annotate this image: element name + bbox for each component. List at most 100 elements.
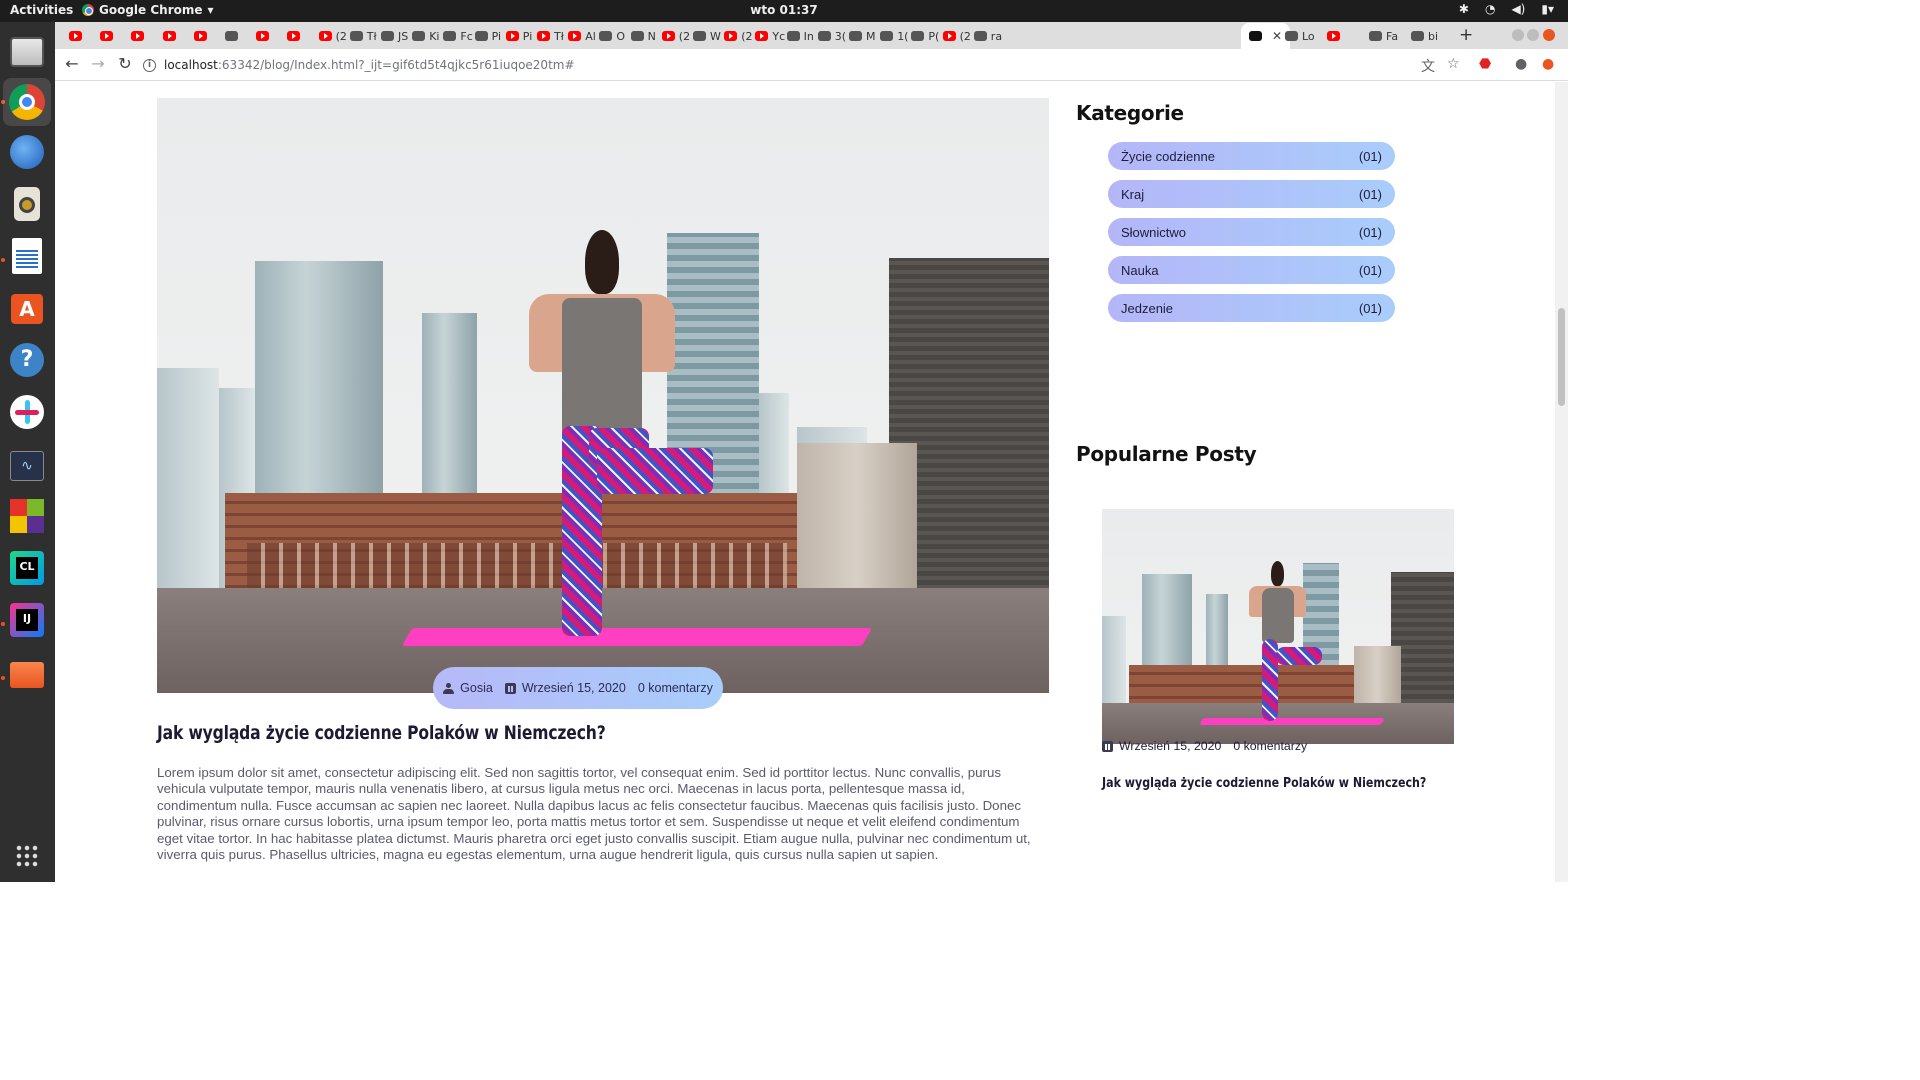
dock-thunderbird-icon[interactable] (7, 132, 47, 172)
clock[interactable]: wto 01:37 (0, 3, 1568, 17)
tab-left-15[interactable]: Pi (505, 26, 532, 46)
tab-left-21[interactable]: W (693, 26, 721, 46)
back-button[interactable]: ← (61, 54, 83, 73)
dock-rhythmbox-icon[interactable] (7, 184, 47, 224)
site-icon (817, 31, 831, 41)
tab-active[interactable]: ✕ (1241, 23, 1291, 49)
featured-post-image[interactable] (157, 98, 1049, 693)
category-count: (01) (1358, 300, 1382, 316)
tab-label: bi (1428, 29, 1439, 43)
tab-left-16[interactable]: Tł (537, 26, 564, 46)
tab-left-22[interactable]: (2 (724, 26, 752, 46)
post-title[interactable]: Jak wygląda życie codzienne Polaków w Ni… (157, 722, 606, 744)
post-date[interactable]: Wrzesień 15, 2020 (504, 681, 626, 695)
bluetooth-icon[interactable]: ✱ (1459, 2, 1469, 16)
dock-help-icon[interactable]: ? (7, 340, 47, 380)
popular-post-comments[interactable]: 0 komentarzy (1233, 739, 1307, 753)
dock-running-indicator (1, 258, 5, 262)
dock-writer-icon[interactable] (7, 236, 47, 276)
page-scrollbar[interactable] (1555, 82, 1568, 882)
dock-software-center-icon[interactable]: A (7, 288, 47, 328)
tab-right-3[interactable]: Fa (1369, 26, 1398, 46)
tab-left-29[interactable]: (2 (942, 26, 971, 46)
show-applications-icon[interactable] (7, 836, 47, 876)
tab-left-2[interactable] (100, 26, 117, 46)
new-tab-button[interactable]: + (1459, 25, 1473, 45)
tab-left-7[interactable] (256, 26, 273, 46)
tab-left-8[interactable] (287, 26, 304, 46)
popular-post-date[interactable]: Wrzesień 15, 2020 (1102, 739, 1221, 753)
tab-right-4[interactable]: bi (1411, 26, 1438, 46)
tab-left-11[interactable]: JS (381, 26, 408, 46)
category-item[interactable]: Jedzenie (01) (1108, 294, 1395, 322)
popular-post-title[interactable]: Jak wygląda życie codzienne Polaków w Ni… (1102, 775, 1426, 791)
tab-left-13[interactable]: Fc (443, 26, 473, 46)
category-item[interactable]: Kraj (01) (1108, 180, 1395, 208)
wifi-icon[interactable]: ◔ (1485, 2, 1495, 16)
tab-left-27[interactable]: 1( (880, 26, 908, 46)
tab-label: O (616, 29, 626, 43)
tab-left-30[interactable]: ra (973, 26, 1002, 46)
scrollbar-thumb[interactable] (1558, 308, 1565, 406)
youtube-icon (193, 31, 207, 41)
tab-left-20[interactable]: (2 (661, 26, 690, 46)
tab-left-26[interactable]: M (849, 26, 876, 46)
tab-left-10[interactable]: Tł (349, 26, 377, 46)
minimize-window-button[interactable] (1512, 29, 1524, 41)
dock-slack-icon[interactable] (7, 392, 47, 432)
dock-clion-icon[interactable]: CL (7, 548, 47, 588)
tab-left-4[interactable] (162, 26, 180, 46)
extension-icon[interactable]: ⬣ (1479, 56, 1491, 72)
tab-left-23[interactable]: Yc (755, 26, 785, 46)
category-item[interactable]: Słownictwo (01) (1108, 218, 1395, 246)
tab-left-6[interactable] (225, 26, 242, 46)
tab-left-18[interactable]: O (599, 26, 625, 46)
tab-left-3[interactable] (131, 26, 148, 46)
category-count: (01) (1358, 148, 1382, 164)
volume-icon[interactable]: ◀) (1511, 2, 1525, 16)
tab-left-24[interactable]: In (786, 26, 814, 46)
close-window-button[interactable] (1543, 29, 1555, 41)
popular-post-image[interactable] (1102, 509, 1454, 744)
category-item[interactable]: Nauka (01) (1108, 256, 1395, 284)
tab-label: Yc (772, 29, 786, 43)
site-icon (474, 31, 488, 41)
tab-left-12[interactable]: Ki (412, 26, 439, 46)
tab-right-1[interactable]: Lo (1285, 26, 1315, 46)
profile-avatar[interactable]: ● (1515, 56, 1527, 72)
tab-left-19[interactable]: N (630, 26, 656, 46)
youtube-icon (287, 31, 301, 41)
tab-left-17[interactable]: Al (568, 26, 596, 46)
translate-icon[interactable]: 文 (1421, 56, 1435, 76)
reload-button[interactable]: ↻ (114, 54, 136, 73)
address-bar[interactable]: i localhost:63342/blog/Index.html?_ijt=g… (143, 53, 1433, 77)
battery-icon[interactable]: ▮▾ (1541, 2, 1554, 16)
site-icon (849, 31, 862, 41)
calendar-icon (1102, 740, 1113, 752)
dock-files-drive-icon[interactable] (7, 32, 47, 72)
dock-chrome-icon[interactable] (3, 78, 51, 126)
tab-left-5[interactable] (193, 26, 211, 46)
post-author[interactable]: Gosia (443, 681, 493, 695)
tab-left-14[interactable]: Pi (474, 26, 501, 46)
site-info-icon[interactable]: i (143, 58, 156, 72)
tab-left-25[interactable]: 3( (817, 26, 846, 46)
tab-left-1[interactable] (69, 26, 86, 46)
dock-system-monitor-icon[interactable]: ∿ (7, 446, 47, 486)
extension-icon-2[interactable]: ● (1542, 56, 1554, 72)
tab-right-2[interactable] (1327, 26, 1344, 46)
bookmark-star-icon[interactable]: ☆ (1447, 56, 1460, 72)
post-comments[interactable]: 0 komentarzy (638, 681, 713, 695)
tab-left-9[interactable]: (2 (318, 26, 347, 46)
forward-button[interactable]: → (87, 54, 109, 73)
system-tray[interactable]: ✱ ◔ ◀) ▮▾ (1459, 2, 1554, 16)
category-item[interactable]: Życie codzienne (01) (1108, 142, 1395, 170)
dock-folder-icon[interactable] (7, 654, 47, 694)
tab-left-28[interactable]: P( (911, 26, 939, 46)
youtube-icon (568, 31, 582, 41)
site-icon (412, 31, 426, 41)
dock-intellij-icon[interactable]: IJ (7, 600, 47, 640)
maximize-window-button[interactable] (1527, 29, 1539, 41)
close-tab-icon[interactable]: ✕ (1272, 29, 1282, 43)
dock-mosaic-app-icon[interactable] (7, 496, 47, 536)
